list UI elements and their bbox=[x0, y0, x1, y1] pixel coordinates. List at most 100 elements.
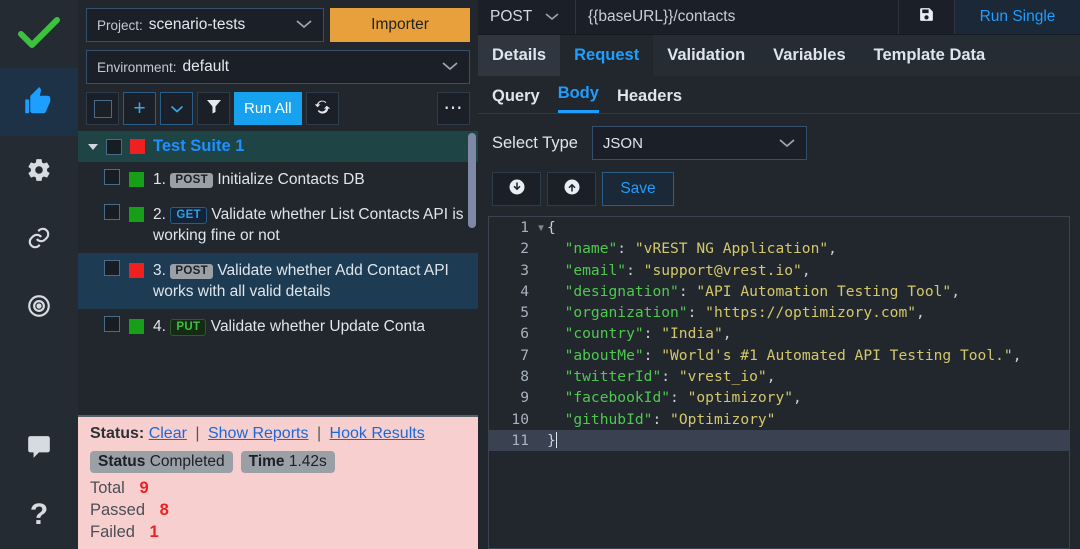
case-checkbox[interactable] bbox=[104, 169, 120, 185]
thumbs-up-icon bbox=[24, 87, 54, 117]
line-number: 5 bbox=[489, 302, 535, 323]
case-number: 2. bbox=[153, 206, 166, 223]
body-type-row: Select Type JSON bbox=[478, 114, 1080, 160]
fold-toggle-icon[interactable] bbox=[535, 409, 547, 430]
upload-circle-icon bbox=[563, 178, 581, 201]
status-title: Status: bbox=[90, 425, 144, 442]
save-request-button[interactable] bbox=[899, 0, 955, 34]
run-single-button[interactable]: Run Single bbox=[955, 0, 1080, 34]
tab-variables[interactable]: Variables bbox=[759, 35, 859, 76]
suite-status-indicator bbox=[130, 139, 145, 154]
total-row: Total 9 bbox=[90, 479, 466, 498]
link-icon bbox=[26, 225, 52, 251]
suite-checkbox[interactable] bbox=[106, 139, 122, 155]
case-status-indicator bbox=[129, 207, 144, 222]
table-row[interactable]: 4. PUT Validate whether Update Conta bbox=[78, 309, 478, 344]
editor-line[interactable]: 10 "githubId": "Optimizory" bbox=[489, 409, 1069, 430]
editor-line[interactable]: 2 "name": "vREST NG Application", bbox=[489, 238, 1069, 259]
tab-request[interactable]: Request bbox=[560, 35, 653, 76]
fold-toggle-icon[interactable]: ▾ bbox=[535, 217, 547, 238]
ellipsis-icon: ⋯ bbox=[444, 104, 464, 114]
subtab-query[interactable]: Query bbox=[492, 87, 540, 113]
select-type-dropdown[interactable]: JSON bbox=[592, 126, 807, 160]
rail-item-recorder[interactable] bbox=[0, 272, 78, 340]
clear-link[interactable]: Clear bbox=[149, 425, 187, 442]
case-title: Initialize Contacts DB bbox=[217, 171, 364, 188]
case-checkbox[interactable] bbox=[104, 204, 120, 220]
json-body-editor[interactable]: 1▾{2 "name": "vREST NG Application",3 "e… bbox=[488, 216, 1070, 549]
plus-icon: + bbox=[133, 98, 145, 119]
editor-line[interactable]: 3 "email": "support@vrest.io", bbox=[489, 260, 1069, 281]
fold-toggle-icon[interactable] bbox=[535, 430, 547, 451]
project-selector[interactable]: Project: scenario-tests bbox=[86, 8, 324, 42]
rail-item-thumbs-up[interactable] bbox=[0, 68, 78, 136]
url-input[interactable]: {{baseURL}}/contacts bbox=[576, 0, 899, 34]
subtab-body[interactable]: Body bbox=[558, 84, 599, 113]
show-reports-link[interactable]: Show Reports bbox=[208, 425, 309, 442]
rail-item-feedback[interactable] bbox=[0, 413, 78, 481]
fold-toggle-icon[interactable] bbox=[535, 387, 547, 408]
editor-line[interactable]: 9 "facebookId": "optimizory", bbox=[489, 387, 1069, 408]
editor-line[interactable]: 1▾{ bbox=[489, 217, 1069, 238]
separator: | bbox=[195, 425, 199, 442]
tree-suite-row[interactable]: Test Suite 1 bbox=[78, 131, 478, 162]
case-status-indicator bbox=[129, 319, 144, 334]
table-row[interactable]: 1. POST Initialize Contacts DB bbox=[78, 162, 478, 197]
case-checkbox[interactable] bbox=[104, 316, 120, 332]
editor-line[interactable]: 5 "organization": "https://optimizory.co… bbox=[489, 302, 1069, 323]
case-checkbox[interactable] bbox=[104, 260, 120, 276]
line-number: 3 bbox=[489, 260, 535, 281]
fold-toggle-icon[interactable] bbox=[535, 260, 547, 281]
fold-toggle-icon[interactable] bbox=[535, 366, 547, 387]
editor-line[interactable]: 7 "aboutMe": "World's #1 Automated API T… bbox=[489, 345, 1069, 366]
run-all-button[interactable]: Run All bbox=[234, 92, 302, 125]
caret-down-icon[interactable] bbox=[88, 144, 98, 150]
editor-line[interactable]: 8 "twitterId": "vrest_io", bbox=[489, 366, 1069, 387]
download-body-button[interactable] bbox=[492, 172, 541, 206]
fold-toggle-icon[interactable] bbox=[535, 302, 547, 323]
tab-validation[interactable]: Validation bbox=[653, 35, 759, 76]
select-all-checkbox[interactable] bbox=[86, 92, 119, 125]
fold-toggle-icon[interactable] bbox=[535, 238, 547, 259]
editor-line[interactable]: 11} bbox=[489, 430, 1069, 451]
passed-value: 8 bbox=[160, 501, 169, 519]
add-button[interactable]: + bbox=[123, 92, 156, 125]
upload-body-button[interactable] bbox=[547, 172, 596, 206]
table-row[interactable]: 2. GET Validate whether List Contacts AP… bbox=[78, 197, 478, 253]
tab-template-data[interactable]: Template Data bbox=[860, 35, 1000, 76]
hook-results-link[interactable]: Hook Results bbox=[330, 425, 425, 442]
rail-item-links[interactable] bbox=[0, 204, 78, 272]
editor-line[interactable]: 6 "country": "India", bbox=[489, 323, 1069, 344]
line-content: "facebookId": "optimizory", bbox=[547, 387, 802, 408]
rail-item-settings[interactable] bbox=[0, 136, 78, 204]
add-dropdown-button[interactable] bbox=[160, 92, 193, 125]
method-badge: POST bbox=[170, 264, 213, 279]
subtab-headers[interactable]: Headers bbox=[617, 87, 682, 113]
rail-item-check[interactable] bbox=[0, 0, 78, 68]
importer-button[interactable]: Importer bbox=[330, 8, 470, 42]
fold-toggle-icon[interactable] bbox=[535, 281, 547, 302]
line-number: 11 bbox=[489, 430, 535, 451]
chevron-down-icon bbox=[544, 8, 560, 26]
http-method-selector[interactable]: POST bbox=[478, 0, 576, 34]
tree-scrollbar[interactable] bbox=[468, 133, 476, 228]
refresh-button[interactable] bbox=[306, 92, 339, 125]
method-badge: POST bbox=[170, 173, 213, 188]
environment-selector[interactable]: Environment: default bbox=[86, 50, 470, 84]
filter-button[interactable] bbox=[197, 92, 230, 125]
case-number: 1. bbox=[153, 171, 166, 188]
rail-item-help[interactable]: ? bbox=[0, 481, 78, 549]
right-panel: POST {{baseURL}}/contacts Run Single Det… bbox=[478, 0, 1080, 549]
save-body-button[interactable]: Save bbox=[602, 172, 674, 206]
status-pills: Status Completed Time 1.42s bbox=[90, 451, 466, 473]
more-options-button[interactable]: ⋯ bbox=[437, 92, 470, 125]
fold-toggle-icon[interactable] bbox=[535, 323, 547, 344]
case-title: Validate whether Update Conta bbox=[211, 318, 425, 335]
project-row: Project: scenario-tests Importer bbox=[86, 8, 470, 42]
table-row[interactable]: 3. POST Validate whether Add Contact API… bbox=[78, 253, 478, 309]
time-badge: Time 1.42s bbox=[241, 451, 335, 473]
body-action-buttons: Save bbox=[478, 160, 1080, 216]
editor-line[interactable]: 4 "designation": "API Automation Testing… bbox=[489, 281, 1069, 302]
fold-toggle-icon[interactable] bbox=[535, 345, 547, 366]
tab-details[interactable]: Details bbox=[478, 35, 560, 76]
